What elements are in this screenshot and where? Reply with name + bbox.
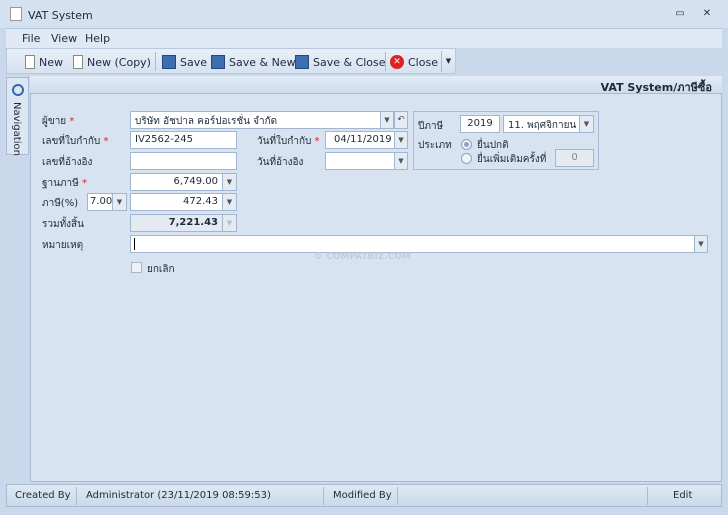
cancel-checkbox[interactable] (131, 262, 142, 273)
tax-rate-dropdown[interactable]: ▼ (112, 193, 127, 211)
navigation-label: Navigation (11, 102, 22, 156)
divider (385, 52, 386, 71)
tax-amount-dropdown[interactable]: ▼ (222, 193, 237, 211)
invoice-date-input[interactable]: 04/11/2019 (325, 131, 395, 149)
invoice-date-label: วันที่ใบกำกับ * (257, 136, 320, 147)
close-label: Close (408, 55, 438, 69)
toolbar-overflow-button[interactable]: ▼ (441, 51, 455, 72)
save-new-button[interactable]: Save & New (211, 54, 296, 70)
menu-bar: File View Help (6, 28, 722, 48)
created-by-value: Administrator (23/11/2019 08:59:53) (86, 490, 271, 501)
menu-file[interactable]: File (22, 32, 40, 45)
divider (397, 487, 398, 505)
seller-combo[interactable]: บริษัท อัชปาล คอร์ปอเรชั่น จำกัด (130, 111, 381, 129)
tax-base-input[interactable]: 6,749.00 (130, 173, 223, 191)
menu-view[interactable]: View (51, 32, 77, 45)
save-icon (162, 55, 176, 69)
navigation-tab[interactable]: Navigation (6, 77, 29, 156)
note-input[interactable] (130, 235, 695, 253)
type-label: ประเภท (418, 140, 452, 151)
breadcrumb: VAT System/ภาษีซื้อ (600, 81, 712, 94)
undo-icon[interactable]: ↶ (394, 111, 408, 129)
window-title: VAT System (28, 9, 93, 22)
text-cursor (134, 238, 135, 250)
divider (76, 487, 77, 505)
invoice-date-dropdown[interactable]: ▼ (394, 131, 408, 149)
ref-no-input[interactable] (130, 152, 237, 170)
save-label: Save (180, 55, 208, 69)
toolbar: New New (Copy) Save Save & New Save & Cl… (6, 48, 456, 74)
radio-normal[interactable] (461, 139, 472, 150)
additional-label: ยื่นเพิ่มเติมครั้งที่ (477, 154, 547, 165)
mode-indicator: Edit (673, 490, 693, 501)
additional-no-input: 0 (555, 149, 594, 167)
compass-icon (12, 84, 24, 96)
total-dropdown: ▼ (222, 214, 237, 232)
note-dropdown[interactable]: ▼ (694, 235, 708, 253)
tax-base-dropdown[interactable]: ▼ (222, 173, 237, 191)
created-by-label: Created By (15, 490, 71, 501)
invoice-no-input[interactable]: IV2562-245 (130, 131, 237, 149)
ref-date-input[interactable] (325, 152, 395, 170)
close-button[interactable]: ✕ Close (390, 54, 438, 70)
modified-by-label: Modified By (333, 490, 392, 501)
ref-date-label: วันที่อ้างอิง (257, 157, 304, 168)
tax-month-dropdown[interactable]: ▼ (579, 115, 594, 133)
save-close-icon (295, 55, 309, 69)
tax-rate-label: ภาษี(%) (42, 198, 79, 209)
new-copy-button[interactable]: New (Copy) (73, 54, 151, 70)
seller-label: ผู้ขาย * (42, 116, 75, 127)
new-icon (25, 55, 35, 69)
tax-month-select[interactable]: 11. พฤศจิกายน (503, 115, 580, 133)
note-label: หมายเหตุ (42, 240, 84, 251)
panel-header: VAT System/ภาษีซื้อ (30, 76, 722, 94)
normal-label: ยื่นปกติ (477, 140, 509, 151)
tax-base-label: ฐานภาษี * (42, 178, 87, 189)
new-copy-label: New (Copy) (87, 55, 151, 69)
cancel-label: ยกเลิก (147, 264, 175, 275)
total-field: 7,221.43 (130, 214, 223, 232)
save-new-icon (211, 55, 225, 69)
watermark: © COMPATBIZ.COM (314, 252, 411, 262)
tax-rate-input[interactable]: 7.00 (87, 193, 113, 211)
tax-year-input[interactable]: 2019 (460, 115, 500, 133)
divider (323, 487, 324, 505)
divider (155, 52, 156, 71)
new-button[interactable]: New (25, 54, 63, 70)
total-label: รวมทั้งสิ้น (42, 219, 84, 230)
copy-icon (73, 55, 83, 69)
save-close-button[interactable]: Save & Close (295, 54, 386, 70)
menu-help[interactable]: Help (85, 32, 110, 45)
close-window-button[interactable]: ✕ (700, 8, 714, 20)
save-button[interactable]: Save (162, 54, 207, 70)
save-close-label: Save & Close (313, 55, 386, 69)
ref-no-label: เลขที่อ้างอิง (42, 157, 93, 168)
ref-date-dropdown[interactable]: ▼ (394, 152, 408, 170)
divider (647, 487, 648, 505)
invoice-no-label: เลขที่ใบกำกับ * (42, 136, 109, 147)
tax-year-label: ปีภาษี (418, 121, 444, 132)
tax-amount-input[interactable]: 472.43 (130, 193, 223, 211)
radio-additional[interactable] (461, 153, 472, 164)
app-icon (10, 7, 22, 21)
close-icon: ✕ (390, 55, 404, 69)
save-new-label: Save & New (229, 55, 296, 69)
restore-button[interactable]: ▭ (673, 8, 687, 20)
seller-dropdown-button[interactable]: ▼ (380, 111, 394, 129)
status-bar: Created By Administrator (23/11/2019 08:… (6, 484, 722, 507)
title-bar: VAT System ▭ ✕ (0, 0, 728, 28)
new-label: New (39, 55, 63, 69)
